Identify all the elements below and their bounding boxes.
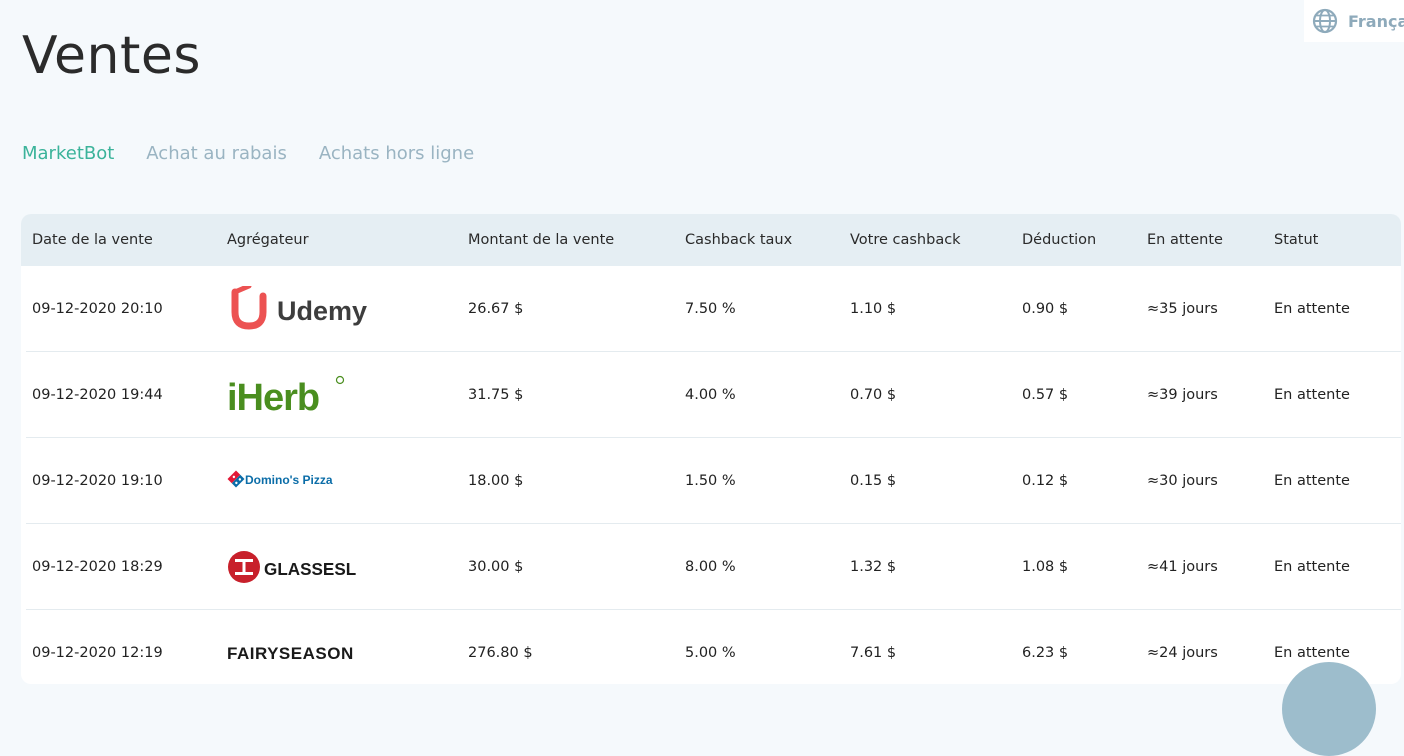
- deduction: 0.90 $: [1022, 300, 1069, 317]
- sale-amount: 31.75 $: [468, 386, 524, 403]
- deduction: 0.57 $: [1022, 386, 1069, 403]
- cashback-rate: 8.00 %: [685, 558, 736, 575]
- cashback-amount: 0.15 $: [850, 472, 897, 489]
- cashback-rate: 1.50 %: [685, 472, 736, 489]
- header-amount: Montant de la vente: [468, 232, 615, 248]
- sale-amount: 18.00 $: [468, 472, 524, 489]
- language-label: Françai: [1348, 11, 1404, 31]
- aggregator-cell: Udemy: [227, 284, 468, 334]
- header-deduction: Déduction: [1022, 232, 1097, 248]
- deduction: 1.08 $: [1022, 558, 1069, 575]
- status-label: En attente: [1274, 386, 1350, 403]
- svg-text:iHerb: iHerb: [227, 377, 319, 418]
- sale-date: 09-12-2020 20:10: [32, 300, 163, 317]
- cashback-amount: 1.32 $: [850, 558, 897, 575]
- aggregator-cell: iHerb: [227, 370, 468, 420]
- pending-days: ≈39 jours: [1147, 386, 1218, 403]
- svg-text:Udemy: Udemy: [277, 296, 367, 326]
- status-label: En attente: [1274, 558, 1350, 575]
- page-title: Ventes: [22, 26, 201, 86]
- header-rate: Cashback taux: [685, 232, 793, 248]
- dominos-logo: Domino's Pizza: [227, 456, 468, 506]
- svg-text:GLASSESLIT: GLASSESLIT: [264, 558, 357, 579]
- table-row: 09-12-2020 20:10 Udemy 26.67 $ 7.50 % 1.…: [26, 266, 1401, 352]
- language-selector[interactable]: Françai: [1304, 0, 1404, 42]
- tab-bar: MarketBot Achat au rabais Achats hors li…: [22, 143, 474, 164]
- status-label: En attente: [1274, 644, 1350, 661]
- header-aggregator: Agrégateur: [227, 232, 309, 248]
- aggregator-cell: Domino's Pizza: [227, 456, 468, 506]
- cashback-rate: 7.50 %: [685, 300, 736, 317]
- aggregator-cell: GLASSESLIT: [227, 542, 468, 592]
- header-date: Date de la vente: [32, 232, 153, 248]
- svg-text:FAIRYSEASON: FAIRYSEASON: [227, 644, 354, 663]
- sale-amount: 30.00 $: [468, 558, 524, 575]
- pending-days: ≈24 jours: [1147, 644, 1218, 661]
- cashback-rate: 4.00 %: [685, 386, 736, 403]
- glasseslit-logo: GLASSESLIT: [227, 542, 468, 592]
- sale-amount: 276.80 $: [468, 644, 533, 661]
- cashback-amount: 0.70 $: [850, 386, 897, 403]
- cashback-amount: 1.10 $: [850, 300, 897, 317]
- header-cashback: Votre cashback: [850, 232, 961, 248]
- aggregator-cell: FAIRYSEASON: [227, 628, 468, 678]
- header-status: Statut: [1274, 232, 1319, 248]
- table-row: 09-12-2020 19:44 iHerb 31.75 $ 4.00 % 0.…: [26, 352, 1401, 438]
- deduction: 6.23 $: [1022, 644, 1069, 661]
- globe-icon: [1312, 8, 1338, 34]
- floating-action-button[interactable]: [1282, 662, 1376, 756]
- sale-date: 09-12-2020 19:10: [32, 472, 163, 489]
- svg-text:Domino's Pizza: Domino's Pizza: [245, 473, 333, 487]
- pending-days: ≈41 jours: [1147, 558, 1218, 575]
- table-row: 09-12-2020 18:29 GLASSESLIT 30.00 $ 8.00…: [26, 524, 1401, 610]
- sale-date: 09-12-2020 18:29: [32, 558, 163, 575]
- deduction: 0.12 $: [1022, 472, 1069, 489]
- header-pending: En attente: [1147, 232, 1223, 248]
- iherb-logo: iHerb: [227, 370, 468, 420]
- fairyseason-logo: FAIRYSEASON: [227, 628, 468, 678]
- table-header: Date de la vente Agrégateur Montant de l…: [21, 214, 1401, 266]
- cashback-rate: 5.00 %: [685, 644, 736, 661]
- sale-amount: 26.67 $: [468, 300, 524, 317]
- status-label: En attente: [1274, 300, 1350, 317]
- tab-marketbot[interactable]: MarketBot: [22, 143, 114, 164]
- tab-achat-au-rabais[interactable]: Achat au rabais: [146, 143, 287, 164]
- status-label: En attente: [1274, 472, 1350, 489]
- sale-date: 09-12-2020 19:44: [32, 386, 163, 403]
- sale-date: 09-12-2020 12:19: [32, 644, 163, 661]
- pending-days: ≈35 jours: [1147, 300, 1218, 317]
- udemy-logo: Udemy: [227, 284, 468, 334]
- table-row: 09-12-2020 19:10 Domino's Pizza 18.00 $ …: [26, 438, 1401, 524]
- pending-days: ≈30 jours: [1147, 472, 1218, 489]
- tab-achats-hors-ligne[interactable]: Achats hors ligne: [319, 143, 474, 164]
- cashback-amount: 7.61 $: [850, 644, 897, 661]
- sales-table: Date de la vente Agrégateur Montant de l…: [21, 214, 1401, 684]
